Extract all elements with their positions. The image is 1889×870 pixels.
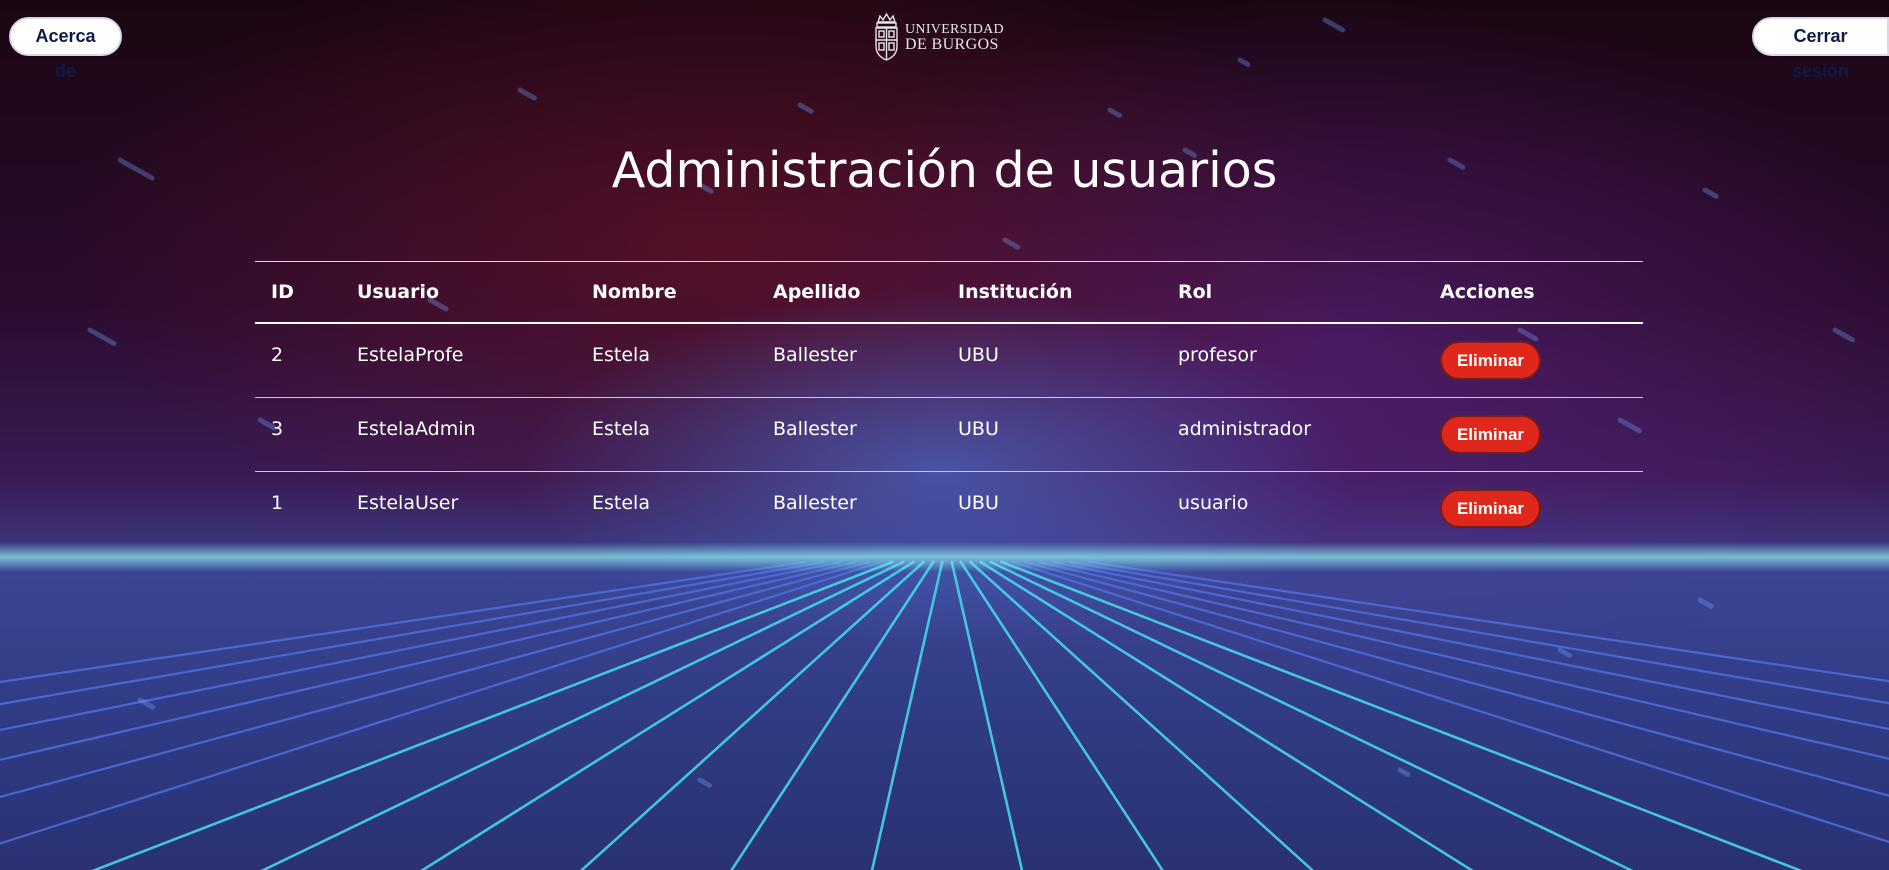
light-streak xyxy=(797,102,814,114)
light-streak xyxy=(87,327,117,346)
cell-user: EstelaAdmin xyxy=(357,418,476,440)
logo-line-2: DE BURGOS xyxy=(905,36,999,53)
university-logo: UNIVERSIDAD DE BURGOS xyxy=(872,12,1004,62)
header-institution: Institución xyxy=(958,281,1073,303)
light-streak xyxy=(1832,327,1856,343)
cell-user: EstelaProfe xyxy=(357,344,464,367)
cell-name: Estela xyxy=(592,344,650,367)
light-streak xyxy=(1107,107,1123,118)
table-row: 3 EstelaAdmin Estela Ballester UBU admin… xyxy=(255,397,1643,471)
light-streak xyxy=(1237,57,1251,67)
about-button[interactable]: Acerca de xyxy=(9,17,122,81)
cell-last-name: Ballester xyxy=(773,418,857,440)
cell-id: 3 xyxy=(271,418,284,440)
header-name: Nombre xyxy=(592,281,677,303)
light-streak xyxy=(517,87,537,101)
delete-button[interactable]: Eliminar xyxy=(1440,414,1541,454)
cell-role: profesor xyxy=(1178,344,1257,367)
delete-button[interactable]: Eliminar xyxy=(1440,340,1541,380)
cell-name: Estela xyxy=(592,418,650,440)
users-table: ID Usuario Nombre Apellido Institución R… xyxy=(255,261,1643,545)
cell-actions: Eliminar xyxy=(1424,323,1643,397)
table-row: 1 EstelaUser Estela Ballester UBU usuari… xyxy=(255,471,1643,545)
cell-actions: Eliminar xyxy=(1424,397,1643,471)
cell-institution: UBU xyxy=(958,492,999,515)
cell-last-name: Ballester xyxy=(773,492,857,515)
header-id: ID xyxy=(271,281,294,303)
cell-role: administrador xyxy=(1178,418,1312,440)
cell-role: usuario xyxy=(1178,492,1249,515)
logo-line-1: UNIVERSIDAD xyxy=(905,22,1004,37)
page-title: Administración de usuarios xyxy=(611,142,1278,199)
light-streak xyxy=(1322,17,1346,33)
table-row: 2 EstelaProfe Estela Ballester UBU profe… xyxy=(255,323,1643,397)
cell-institution: UBU xyxy=(958,418,999,440)
cell-institution: UBU xyxy=(958,344,999,367)
cell-name: Estela xyxy=(592,492,650,515)
logout-button[interactable]: Cerrar sesión xyxy=(1752,17,1889,81)
cell-id: 1 xyxy=(271,492,284,515)
header-user: Usuario xyxy=(357,281,440,303)
light-streak xyxy=(1002,237,1021,250)
header-role: Rol xyxy=(1178,281,1213,303)
cell-actions: Eliminar xyxy=(1424,471,1643,545)
table-header-row: ID Usuario Nombre Apellido Institución R… xyxy=(255,261,1643,323)
cell-last-name: Ballester xyxy=(773,344,857,367)
header-last-name: Apellido xyxy=(773,281,861,303)
delete-button[interactable]: Eliminar xyxy=(1440,488,1541,528)
cell-id: 2 xyxy=(271,344,284,367)
header-actions: Acciones xyxy=(1440,281,1535,303)
cell-user: EstelaUser xyxy=(357,492,459,515)
university-crest-icon xyxy=(875,12,898,61)
